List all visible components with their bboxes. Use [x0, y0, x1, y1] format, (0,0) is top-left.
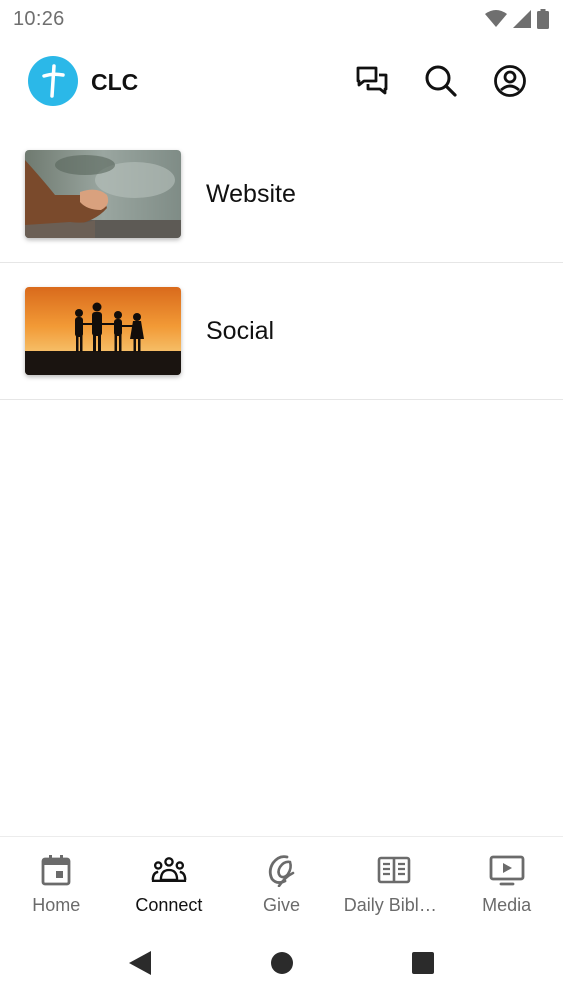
nav-label: Give — [262, 895, 300, 915]
status-bar: 10:26 — [0, 0, 563, 38]
open-book-icon — [376, 853, 412, 887]
list-item-label: Social — [206, 317, 275, 345]
list-item-social[interactable]: Social — [0, 263, 563, 400]
recents-square-icon — [412, 952, 434, 974]
status-icons — [485, 9, 549, 29]
cross-icon — [42, 64, 65, 98]
chat-icon — [356, 66, 388, 95]
praying-hands-image — [25, 150, 181, 238]
play-screen-icon — [489, 853, 525, 887]
search-icon — [425, 65, 457, 97]
chat-button[interactable] — [353, 62, 391, 100]
people-group-icon — [151, 853, 187, 887]
bottom-nav: Home Connect Give Daily Bible ... Media — [0, 836, 563, 928]
list-item-label: Website — [206, 180, 296, 208]
app-name: CLC — [91, 69, 139, 95]
back-triangle-icon — [129, 951, 151, 975]
connect-list: Website Social — [0, 126, 563, 400]
status-time: 10:26 — [13, 8, 65, 30]
account-button[interactable] — [491, 62, 529, 100]
nav-item-home[interactable]: Home — [0, 837, 113, 928]
app-header: CLC — [0, 38, 563, 126]
recents-button[interactable] — [408, 948, 438, 978]
home-circle-icon — [271, 952, 293, 974]
family-sunset-silhouette-image — [25, 287, 181, 375]
nav-label: Connect — [135, 895, 203, 915]
search-button[interactable] — [422, 62, 460, 100]
nav-item-daily-bible[interactable]: Daily Bible ... — [338, 837, 451, 928]
battery-icon — [537, 9, 549, 29]
give-icon — [263, 853, 299, 887]
nav-label: Daily Bible ... — [343, 895, 449, 915]
calendar-icon — [38, 853, 74, 887]
app-logo[interactable] — [28, 56, 78, 106]
wifi-icon — [485, 10, 507, 27]
nav-item-media[interactable]: Media — [450, 837, 563, 928]
list-item-website[interactable]: Website — [0, 126, 563, 263]
nav-label: Home — [32, 895, 81, 915]
cell-signal-icon — [513, 10, 531, 28]
nav-item-give[interactable]: Give — [225, 837, 338, 928]
nav-item-connect[interactable]: Connect — [113, 837, 226, 928]
home-button[interactable] — [267, 948, 297, 978]
account-icon — [494, 65, 526, 97]
back-button[interactable] — [125, 948, 155, 978]
system-nav-bar — [0, 928, 563, 1000]
nav-label: Media — [482, 895, 532, 915]
